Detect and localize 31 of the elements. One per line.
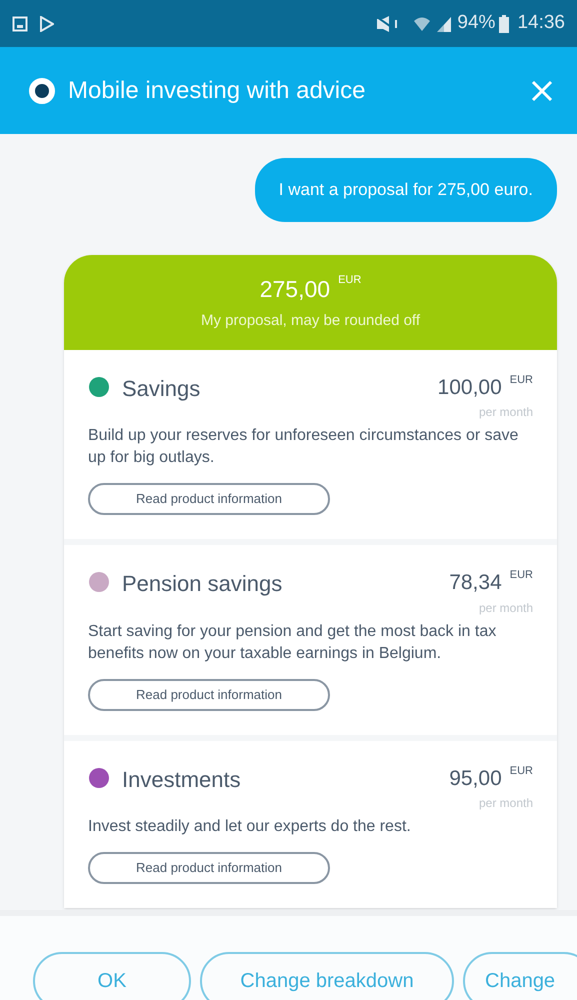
product-description: Start saving for your pension and get the most back in tax benefits now on your taxable earnings in Belgium. (88, 622, 498, 664)
window-title: Mobile investing with advice (68, 76, 366, 106)
ring-icon (28, 76, 56, 104)
period-label: per month (478, 600, 533, 616)
battery-icon (499, 14, 510, 32)
play-icon (40, 16, 54, 32)
product-info-button[interactable]: Read product information (88, 678, 330, 710)
product-name: Investments (122, 766, 241, 794)
product-name: Pension savings (122, 570, 282, 598)
total-amount: 275,00 (260, 274, 330, 304)
product-amount: 100,00 (438, 374, 502, 400)
product-name: Savings (122, 374, 200, 403)
period-label: per month (478, 404, 533, 421)
product-amount: 78,34 (449, 570, 502, 596)
period-label: per month (478, 795, 533, 812)
image-icon (12, 16, 28, 32)
currency-label: EUR (510, 568, 533, 583)
product-description: Invest steadily and let our experts do the rest. (88, 817, 412, 837)
currency-label: EUR (510, 764, 533, 778)
product-info-button[interactable]: Read product information (88, 483, 330, 515)
wifi-icon (413, 14, 432, 32)
battery-percentage: 94% (457, 11, 496, 36)
currency-label: EUR (510, 372, 533, 388)
clock: 14:36 (517, 11, 565, 36)
product-info-button[interactable]: Read product information (88, 852, 330, 884)
currency-label: EUR (338, 272, 362, 288)
product-description: Build up your reserves for unforeseen circumstances or save up for big outlays. (88, 426, 520, 468)
proposal-subtitle: My proposal, may be rounded off (200, 311, 420, 331)
signal-icon (435, 14, 454, 32)
chat-bubble: I want a proposal for 275,00 euro. (254, 158, 557, 222)
product-amount: 95,00 (449, 766, 502, 792)
